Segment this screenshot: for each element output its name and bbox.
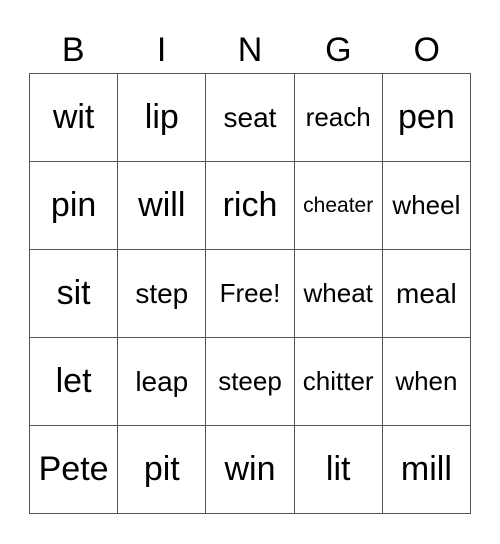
bingo-cell: meal — [382, 250, 471, 338]
bingo-cell: win — [206, 426, 295, 514]
bingo-cell: leap — [118, 338, 207, 426]
bingo-cell: Pete — [30, 426, 119, 514]
bingo-cell: reach — [294, 74, 383, 162]
bingo-cell: pin — [30, 162, 119, 250]
bingo-cell: cheater — [294, 162, 383, 250]
bingo-cell: chitter — [294, 338, 383, 426]
bingo-cell: will — [118, 162, 207, 250]
bingo-cell: wheat — [294, 250, 383, 338]
bingo-cell: wheel — [382, 162, 471, 250]
bingo-cell: mill — [382, 426, 471, 514]
bingo-cell: pit — [118, 426, 207, 514]
bingo-cell: steep — [206, 338, 295, 426]
bingo-cell: seat — [206, 74, 295, 162]
bingo-cell: rich — [206, 162, 295, 250]
header-letter: B — [61, 31, 85, 69]
bingo-grid: wit lip seat reach pen pin will rich che… — [29, 73, 471, 514]
header-letter: O — [413, 31, 440, 69]
header-letter: N — [237, 31, 263, 69]
bingo-cell: step — [118, 250, 207, 338]
bingo-header: B I N G O — [29, 28, 471, 72]
bingo-cell: wit — [30, 74, 119, 162]
bingo-cell: lit — [294, 426, 383, 514]
bingo-cell: pen — [382, 74, 471, 162]
header-letter: I — [156, 31, 167, 69]
bingo-cell: lip — [118, 74, 207, 162]
free-cell: Free! — [206, 250, 295, 338]
header-letter: G — [325, 31, 352, 69]
bingo-cell: sit — [30, 250, 119, 338]
bingo-cell: when — [382, 338, 471, 426]
bingo-cell: let — [30, 338, 119, 426]
